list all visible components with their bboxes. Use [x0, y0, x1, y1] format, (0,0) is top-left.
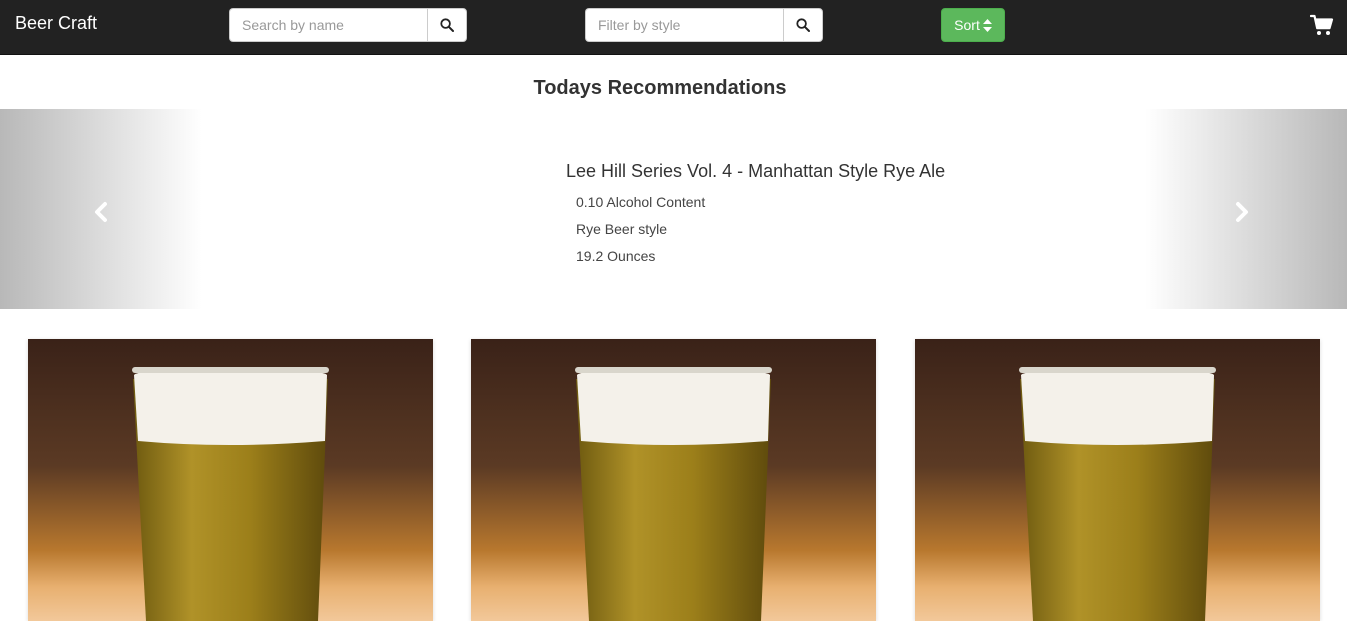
search-icon: [796, 18, 810, 32]
shopping-cart-icon[interactable]: [1310, 13, 1334, 37]
brand-title[interactable]: Beer Craft: [15, 13, 97, 34]
filter-by-style-group: [585, 8, 823, 42]
search-by-name-input[interactable]: [229, 8, 427, 42]
chevron-right-icon: [1236, 202, 1248, 222]
alcohol-content: 0.10 Alcohol Content: [576, 194, 706, 210]
filter-by-style-button[interactable]: [783, 8, 823, 42]
recommendations-carousel: Lee Hill Series Vol. 4 - Manhattan Style…: [0, 109, 1347, 309]
carousel-slide: Lee Hill Series Vol. 4 - Manhattan Style…: [566, 161, 945, 264]
top-navbar: Beer Craft Sort: [0, 0, 1347, 55]
sort-button[interactable]: Sort: [941, 8, 1005, 42]
beer-glass-image: [915, 339, 1320, 621]
chevron-left-icon: [95, 202, 107, 222]
beer-name: Lee Hill Series Vol. 4 - Manhattan Style…: [566, 161, 946, 181]
filter-by-style-input[interactable]: [585, 8, 783, 42]
beer-card[interactable]: [915, 339, 1320, 621]
beer-style: Rye Beer style: [576, 221, 668, 237]
sort-icon: [982, 18, 992, 32]
search-icon: [440, 18, 454, 32]
beer-card[interactable]: [471, 339, 876, 621]
beer-glass-image: [471, 339, 876, 621]
sort-label: Sort: [954, 17, 980, 33]
carousel-prev-button[interactable]: [0, 109, 202, 309]
recommendations-heading: Todays Recommendations: [533, 77, 787, 99]
search-by-name-button[interactable]: [427, 8, 467, 42]
beer-ounces: 19.2 Ounces: [576, 248, 656, 264]
beer-card[interactable]: [28, 339, 433, 621]
beer-glass-image: [28, 339, 433, 621]
carousel-next-button[interactable]: [1145, 109, 1347, 309]
search-by-name-group: [229, 8, 467, 42]
